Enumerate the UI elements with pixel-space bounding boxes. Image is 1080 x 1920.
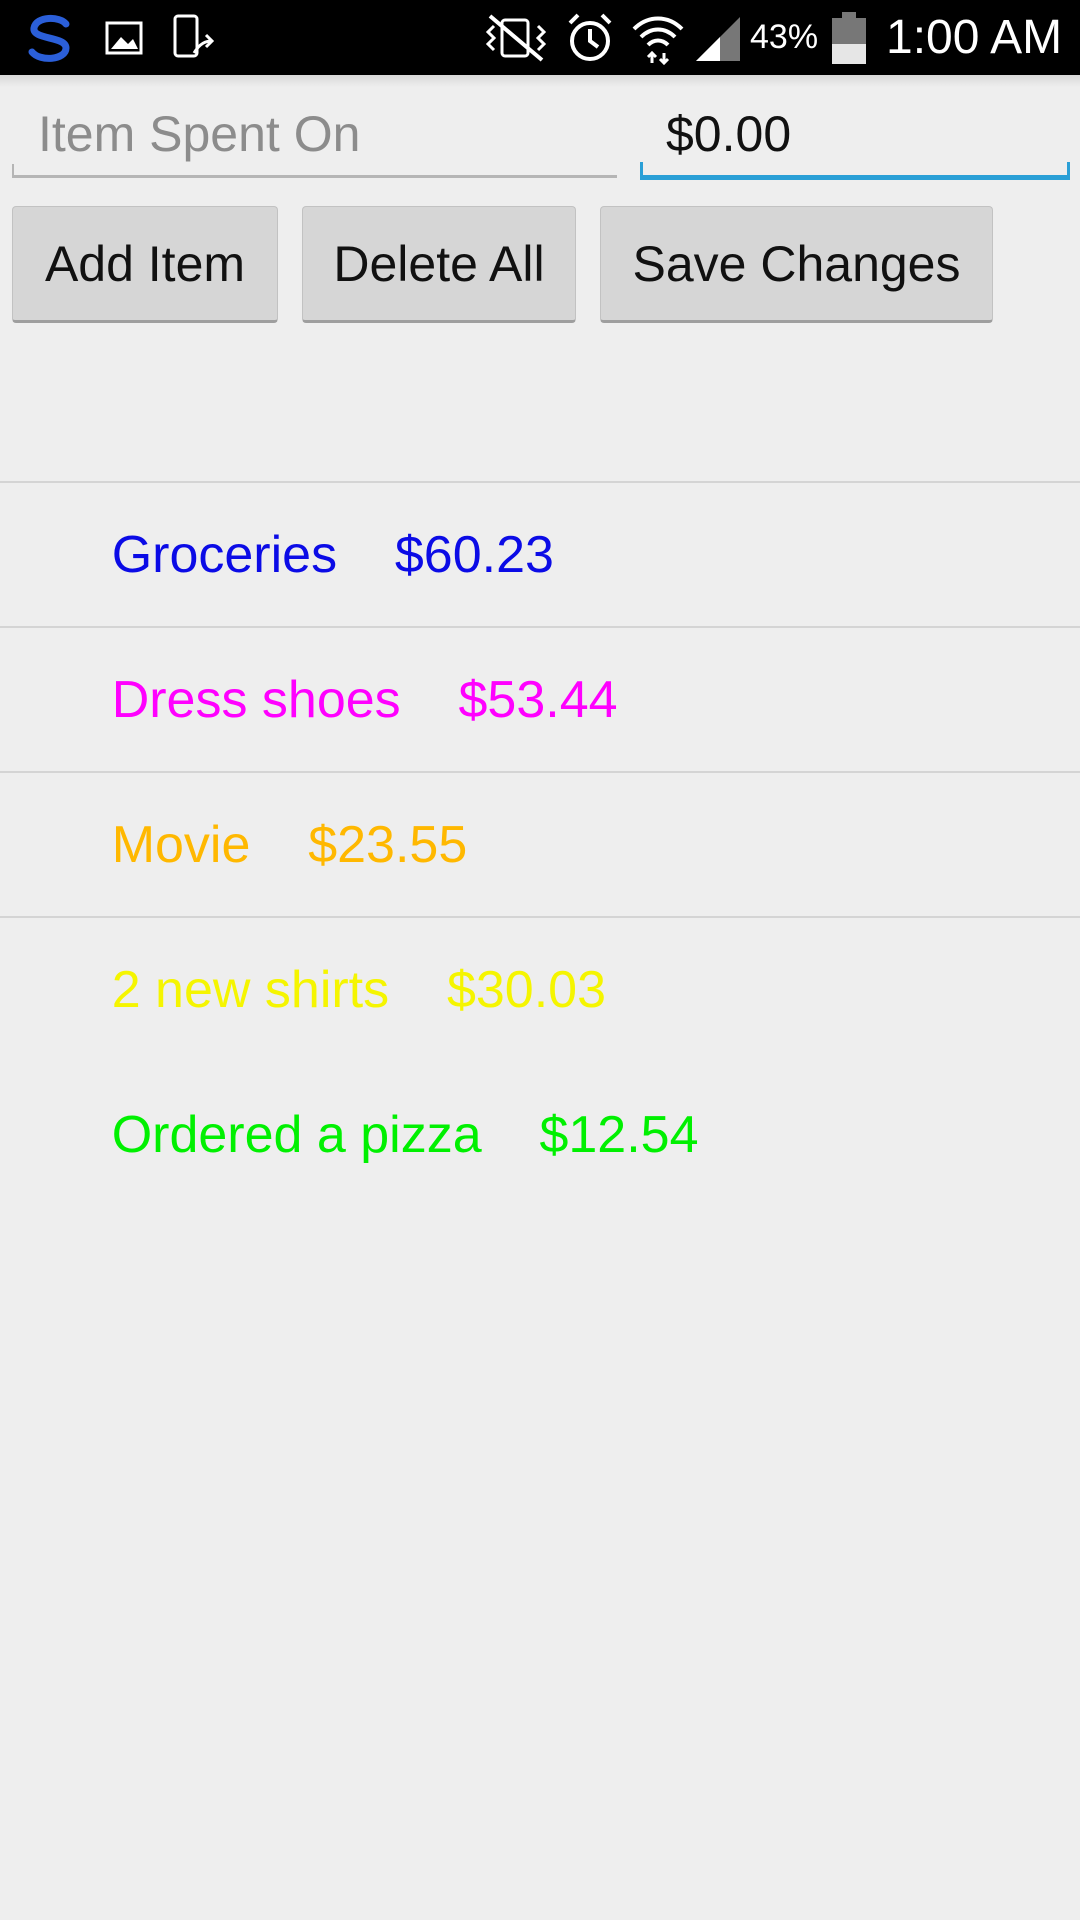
amount-value: $0.00 <box>666 106 792 162</box>
save-changes-button[interactable]: Save Changes <box>600 206 993 323</box>
alarm-icon <box>564 10 616 66</box>
item-spent-on-input[interactable]: Item Spent On <box>12 90 617 178</box>
screenshot-icon <box>172 10 218 66</box>
add-item-button[interactable]: Add Item <box>12 206 278 323</box>
action-shadow <box>0 75 1080 87</box>
amount-input[interactable]: $0.00 <box>640 90 1070 180</box>
expense-entry: Groceries $60.23 <box>25 338 554 584</box>
expense-item: Ordered a pizza <box>111 1106 482 1164</box>
list-item[interactable]: Ordered a pizza $12.54 <box>0 918 1080 1164</box>
expense-entry: Movie $23.55 <box>25 628 468 874</box>
delete-all-button[interactable]: Delete All <box>302 206 576 323</box>
expense-entry: 2 new shirts $30.03 <box>25 773 606 1019</box>
wifi-icon <box>630 10 686 66</box>
battery-icon <box>830 10 868 66</box>
gallery-icon <box>104 10 144 66</box>
expense-amount: $12.54 <box>539 1106 699 1164</box>
list-item[interactable]: Dress shoes $53.44 <box>0 483 1080 729</box>
battery-percent: 43% <box>750 18 819 56</box>
clock: 1:00 AM <box>886 11 1063 64</box>
s-logo-icon <box>22 10 78 66</box>
list-item[interactable]: Groceries $60.23 <box>0 338 1080 584</box>
status-bar: 43% 1:00 AM <box>0 0 1080 75</box>
vibrate-icon <box>480 10 552 66</box>
expense-entry: Ordered a pizza $12.54 <box>25 918 699 1164</box>
expense-entry: Dress shoes $53.44 <box>25 483 618 729</box>
expense-list: Groceries $60.23 Dress shoes $53.44 Movi… <box>0 338 1080 1164</box>
list-item[interactable]: Movie $23.55 <box>0 628 1080 874</box>
signal-icon <box>694 10 742 66</box>
list-item[interactable]: 2 new shirts $30.03 <box>0 773 1080 1019</box>
